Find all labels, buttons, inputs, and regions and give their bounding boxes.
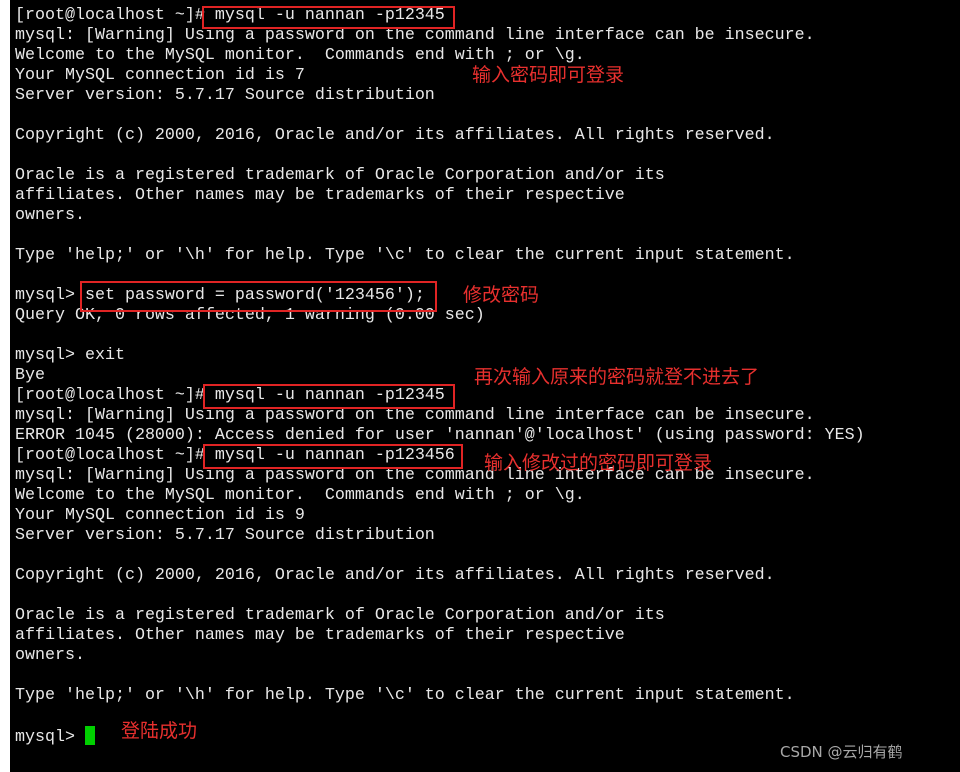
terminal-line: owners. xyxy=(15,646,85,665)
terminal-line: Type 'help;' or '\h' for help. Type '\c'… xyxy=(15,246,795,265)
terminal-line: Oracle is a registered trademark of Orac… xyxy=(15,166,665,185)
annotation-new-password-works: 输入修改过的密码即可登录 xyxy=(484,452,713,474)
screenshot: [root@localhost ~]# mysql -u nannan -p12… xyxy=(0,0,960,772)
highlight-box-new-password-login xyxy=(203,444,463,469)
highlight-box-old-password-login xyxy=(203,384,455,409)
terminal-line: affiliates. Other names may be trademark… xyxy=(15,186,625,205)
terminal-line: mysql: [Warning] Using a password on the… xyxy=(15,26,815,45)
annotation-old-password-fails: 再次输入原来的密码就登不进去了 xyxy=(474,366,760,388)
highlight-box-login-command xyxy=(202,6,455,29)
terminal-line: Type 'help;' or '\h' for help. Type '\c'… xyxy=(15,686,795,705)
mysql-prompt: mysql> xyxy=(15,728,85,746)
terminal-line: Welcome to the MySQL monitor. Commands e… xyxy=(15,46,585,65)
terminal-line: Oracle is a registered trademark of Orac… xyxy=(15,606,665,625)
highlight-box-set-password xyxy=(80,281,437,312)
terminal-line: [root@localhost ~]# mysql -u nannan -p12… xyxy=(15,386,445,405)
csdn-watermark: CSDN @云归有鹤 xyxy=(780,743,903,761)
terminal-line: mysql: [Warning] Using a password on the… xyxy=(15,406,815,425)
terminal-line: Welcome to the MySQL monitor. Commands e… xyxy=(15,486,585,505)
annotation-enter-password: 输入密码即可登录 xyxy=(472,64,625,86)
terminal-line: Server version: 5.7.17 Source distributi… xyxy=(15,86,435,105)
terminal-line: ERROR 1045 (28000): Access denied for us… xyxy=(15,426,865,445)
terminal-line: affiliates. Other names may be trademark… xyxy=(15,626,625,645)
left-margin-strip xyxy=(0,0,10,772)
terminal-line: [root@localhost ~]# mysql -u nannan -p12… xyxy=(15,6,445,25)
terminal-line: Copyright (c) 2000, 2016, Oracle and/or … xyxy=(15,566,775,585)
annotation-login-success: 登陆成功 xyxy=(121,720,198,742)
terminal-line: Your MySQL connection id is 9 xyxy=(15,506,305,525)
terminal-line: mysql> exit xyxy=(15,346,125,365)
annotation-change-password: 修改密码 xyxy=(463,284,540,306)
terminal-line: owners. xyxy=(15,206,85,225)
terminal-cursor xyxy=(84,726,95,745)
terminal-line: Server version: 5.7.17 Source distributi… xyxy=(15,526,435,545)
terminal-line: Copyright (c) 2000, 2016, Oracle and/or … xyxy=(15,126,775,145)
